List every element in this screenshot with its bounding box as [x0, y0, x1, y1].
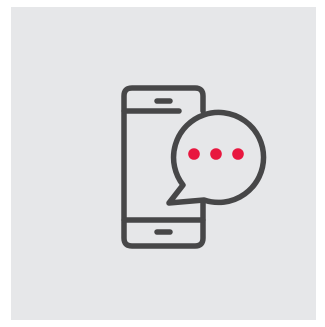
- smartphone-icon: [121, 85, 206, 249]
- typing-dots: [188, 148, 244, 160]
- typing-dot: [232, 148, 244, 160]
- mobile-chat-icon-svg: [121, 85, 267, 249]
- typing-dot: [188, 148, 200, 160]
- icon-tile: [11, 7, 316, 320]
- typing-dot: [210, 148, 222, 160]
- mobile-chat-icon: [11, 7, 316, 320]
